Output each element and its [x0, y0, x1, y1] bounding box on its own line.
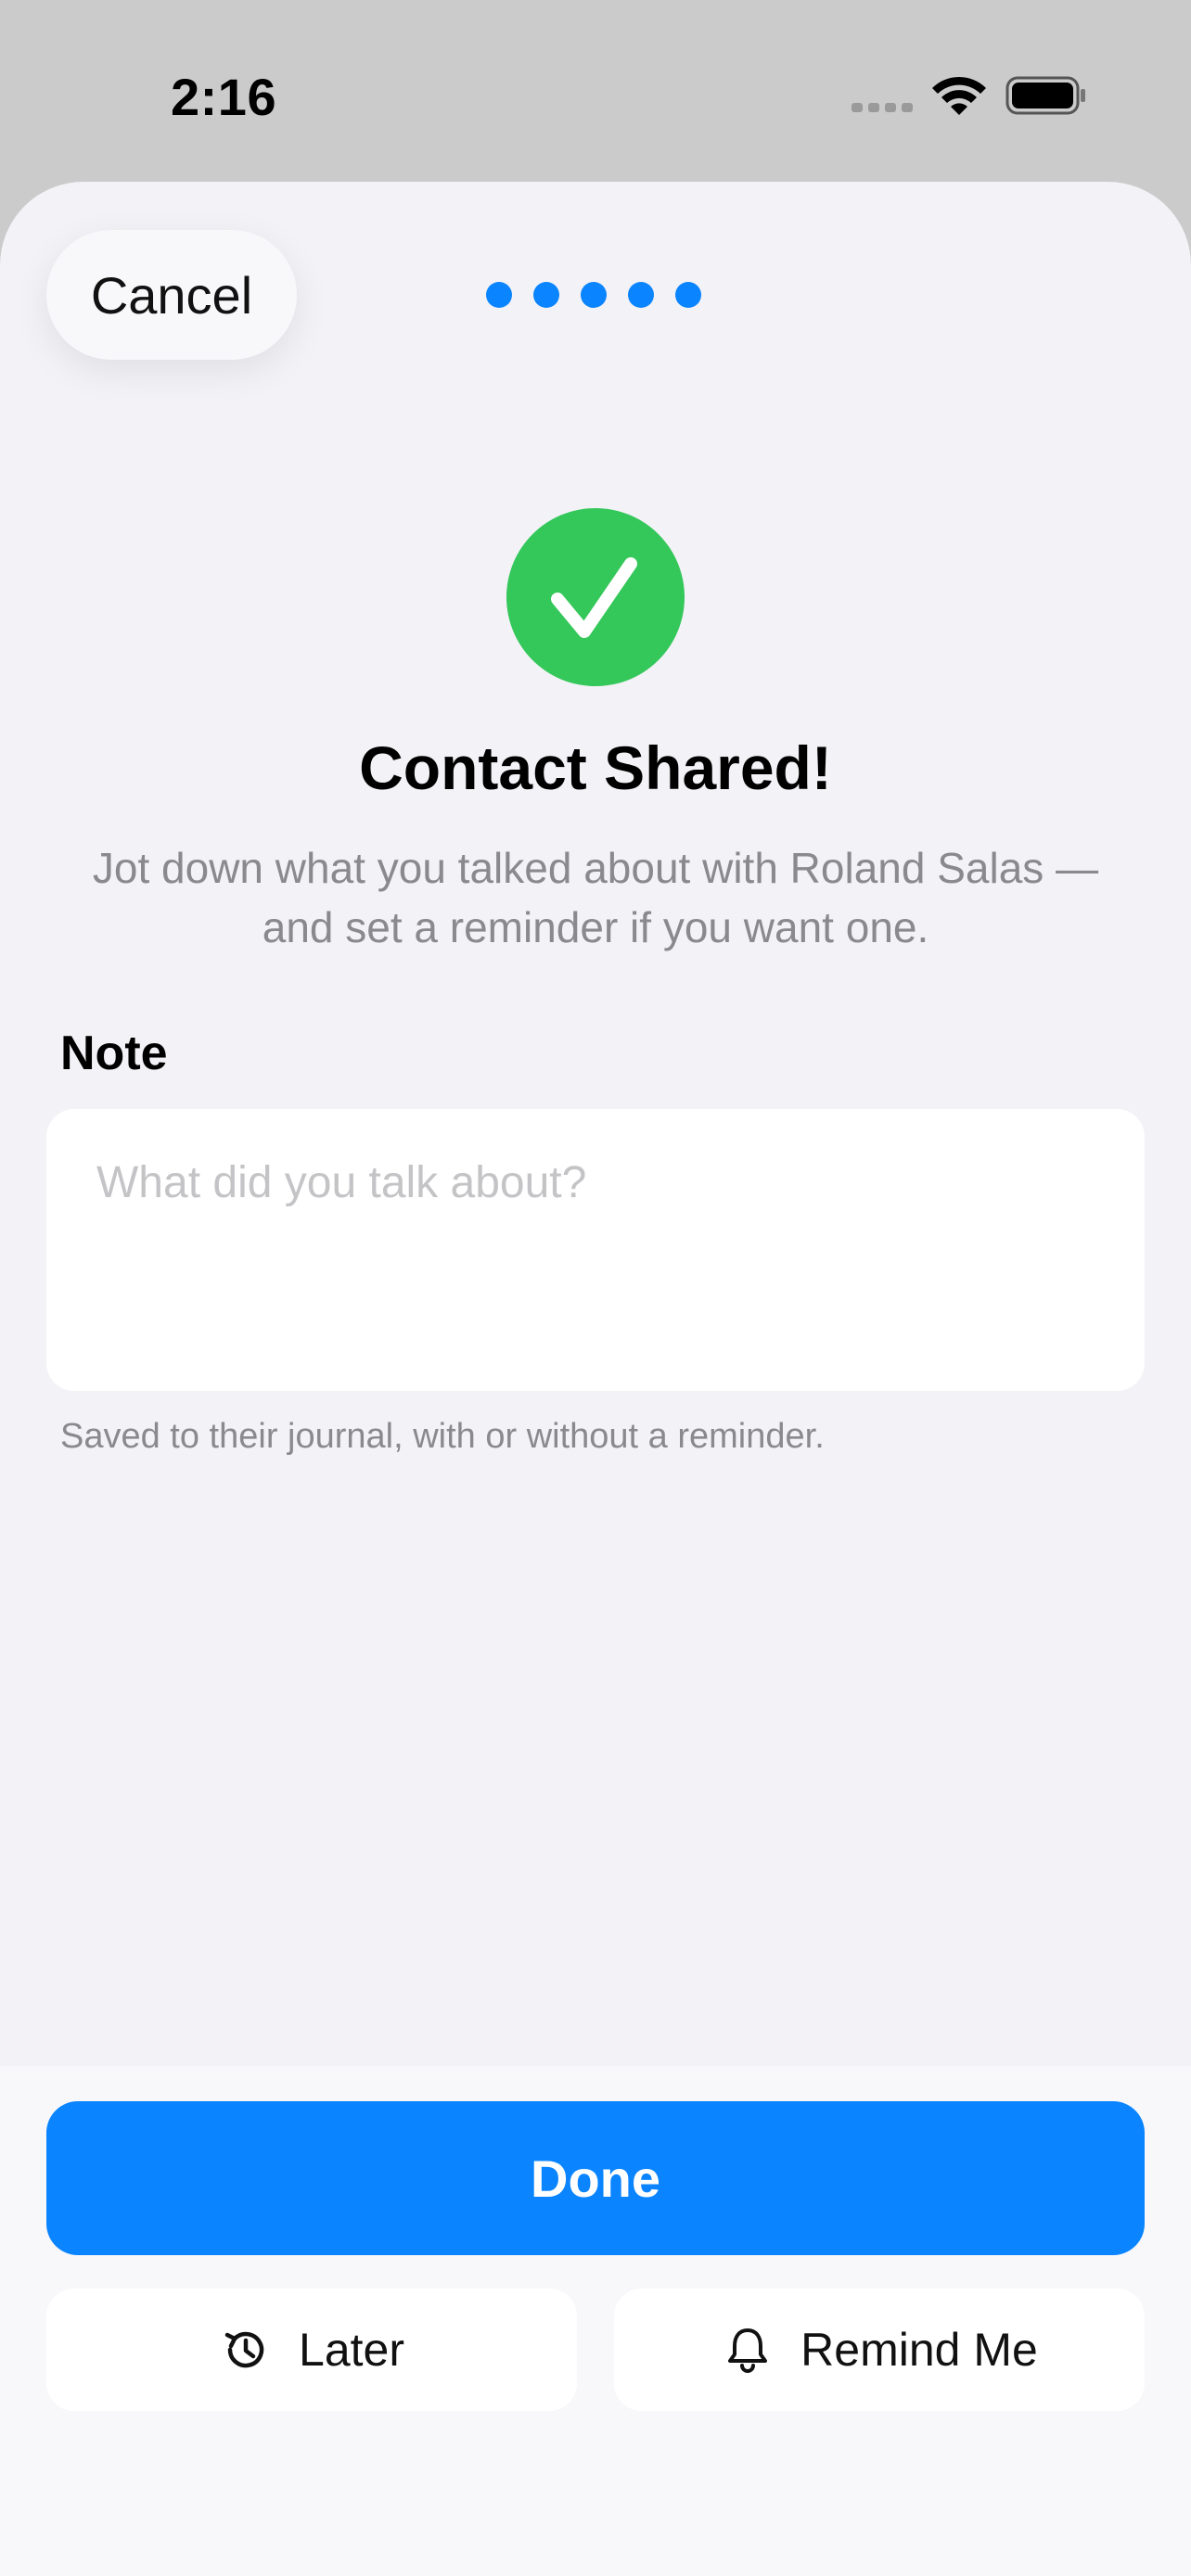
cellular-signal-icon	[852, 103, 913, 112]
subtitle-line: Jot down what you talked about with Rola…	[92, 844, 1099, 892]
progress-dot	[486, 282, 512, 308]
progress-dot	[628, 282, 654, 308]
later-button[interactable]: Later	[46, 2289, 577, 2411]
bell-icon	[728, 2328, 768, 2373]
status-bar: 2:16	[0, 0, 1191, 182]
battery-icon	[1005, 76, 1085, 115]
progress-dot	[675, 282, 701, 308]
page-subtitle: Jot down what you talked about with Rola…	[46, 838, 1145, 957]
remind-me-button[interactable]: Remind Me	[614, 2289, 1145, 2411]
checkmark-circle-icon	[506, 508, 685, 686]
note-input[interactable]: What did you talk about?	[46, 1109, 1145, 1391]
step-progress-dots	[486, 282, 701, 308]
done-button[interactable]: Done	[46, 2101, 1145, 2255]
cancel-button[interactable]: Cancel	[46, 230, 297, 360]
remind-me-label: Remind Me	[800, 2324, 1038, 2376]
later-label: Later	[299, 2324, 404, 2376]
note-helper-text: Saved to their journal, with or without …	[60, 1417, 825, 1456]
note-label: Note	[60, 1027, 168, 1080]
status-time: 2:16	[171, 68, 277, 126]
progress-dot	[581, 282, 607, 308]
contact-shared-sheet: Cancel Contact Shared! Jot down what you…	[0, 182, 1191, 2576]
progress-dot	[533, 282, 559, 308]
wifi-icon	[932, 76, 986, 115]
action-footer: Done Later Remind Me	[0, 2066, 1191, 2576]
page-title: Contact Shared!	[359, 733, 832, 802]
subtitle-line: and set a reminder if you want one.	[262, 903, 929, 951]
clock-history-icon	[224, 2331, 264, 2368]
